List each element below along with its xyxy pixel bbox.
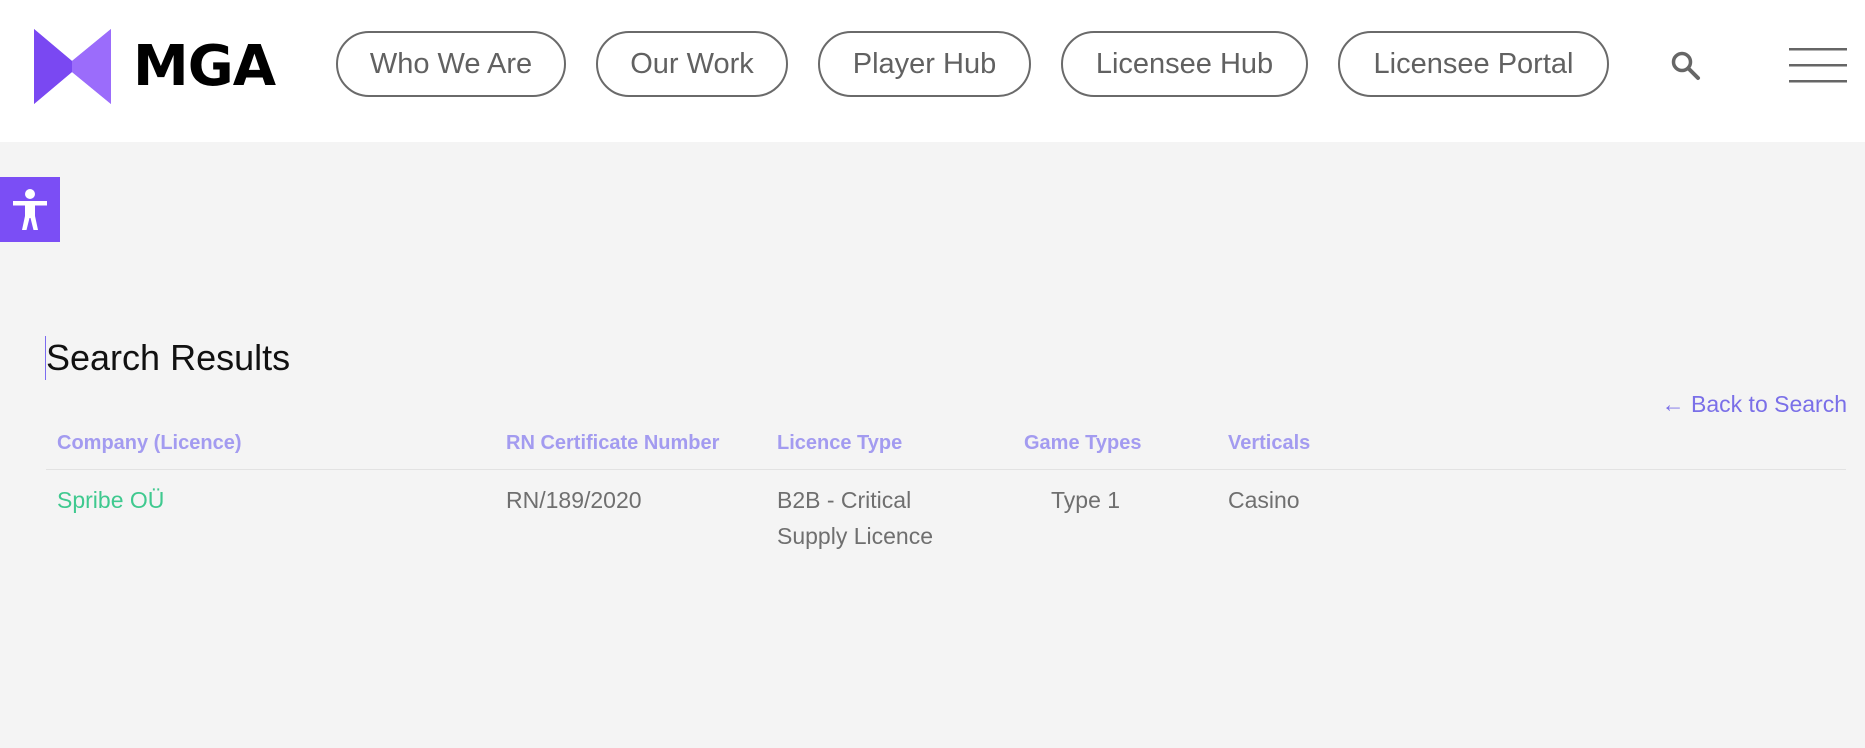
column-header-licence-type: Licence Type <box>777 432 903 454</box>
licence-type-cell: B2B - Critical Supply Licence <box>777 487 933 549</box>
logo-text: MGA <box>133 33 276 99</box>
nav-who-we-are[interactable]: Who We Are <box>336 31 566 97</box>
back-to-search-link[interactable]: ← Back to Search <box>1662 391 1847 418</box>
mga-logo-mark-icon <box>34 29 111 104</box>
column-header-rn-certificate: RN Certificate Number <box>506 432 720 454</box>
page-title: Search Results <box>46 337 291 378</box>
column-header-company: Company (Licence) <box>57 432 242 454</box>
mga-logo[interactable]: MGA <box>34 29 276 104</box>
table-header-divider <box>46 469 1846 470</box>
rn-certificate-cell: RN/189/2020 <box>506 487 642 513</box>
nav-our-work[interactable]: Our Work <box>596 31 788 97</box>
nav-licensee-portal[interactable]: Licensee Portal <box>1338 31 1609 97</box>
accessibility-button[interactable] <box>0 177 60 242</box>
accessibility-person-icon <box>13 188 47 230</box>
verticals-cell: Casino <box>1228 487 1300 513</box>
site-header: MGA Who We Are Our Work Player Hub Licen… <box>0 0 1865 142</box>
hamburger-menu-icon[interactable] <box>1789 46 1847 86</box>
nav-licensee-hub[interactable]: Licensee Hub <box>1061 31 1308 97</box>
company-link[interactable]: Spribe OÜ <box>57 482 164 518</box>
column-header-game-types: Game Types <box>1024 432 1142 454</box>
game-types-cell: Type 1 <box>1051 487 1121 513</box>
nav-player-hub[interactable]: Player Hub <box>818 31 1031 97</box>
column-header-verticals: Verticals <box>1228 432 1311 454</box>
search-icon[interactable] <box>1670 50 1702 82</box>
